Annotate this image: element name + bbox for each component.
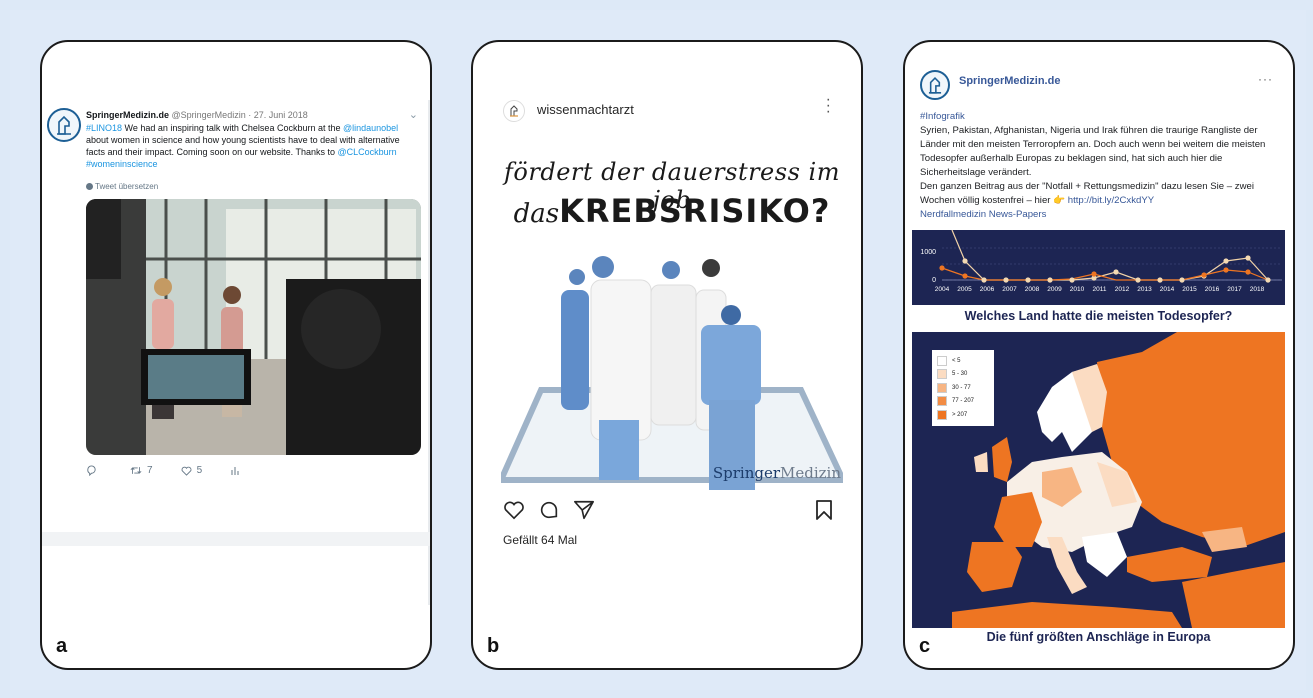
phone-frame-facebook: SpringerMedizin.de ··· #Infografik Syrie… xyxy=(903,40,1295,670)
x-tick-label: 2010 xyxy=(1070,286,1085,293)
logo-springer: Springer xyxy=(712,464,780,482)
legend-label: 5 - 30 xyxy=(952,371,968,378)
tweet-photo[interactable] xyxy=(86,199,421,455)
like-count: 5 xyxy=(196,465,203,476)
tweet-text-part: We had an inspiring talk with Chelsea Co… xyxy=(122,123,343,133)
panel-label-b: b xyxy=(487,635,500,657)
x-tick-label: 2008 xyxy=(1025,286,1040,293)
username[interactable]: wissenmachtarzt xyxy=(537,102,634,117)
panel-label-c: c xyxy=(919,635,931,657)
x-tick-label: 2013 xyxy=(1137,286,1152,293)
heart-icon xyxy=(181,466,192,476)
page-name[interactable]: SpringerMedizin.de xyxy=(959,75,1060,87)
post-text-part: Syrien, Pakistan, Afghanistan, Nigeria u… xyxy=(920,125,1266,178)
hashtag-link[interactable]: #LINO18 xyxy=(86,123,122,133)
heart-icon[interactable] xyxy=(503,500,525,520)
post-headline-line2: dasKREBSRISIKO? xyxy=(501,192,843,230)
x-tick-label: 2009 xyxy=(1047,286,1062,293)
reply-button[interactable] xyxy=(86,465,102,476)
x-tick-label: 2018 xyxy=(1250,286,1265,293)
mention-link[interactable]: @CLCockburn xyxy=(337,147,396,157)
x-tick-label: 2015 xyxy=(1182,286,1197,293)
x-tick-label: 2017 xyxy=(1227,286,1242,293)
legend-item: > 207 xyxy=(937,408,989,422)
retweet-icon xyxy=(130,467,142,474)
avatar[interactable] xyxy=(503,100,525,122)
bookmark-icon[interactable] xyxy=(815,499,833,521)
x-tick-label: 2016 xyxy=(1205,286,1220,293)
legend-item: 77 - 207 xyxy=(937,395,989,409)
x-tick-label: 2007 xyxy=(1002,286,1017,293)
like-button[interactable]: 5 xyxy=(181,465,203,476)
phone-frame-twitter: SpringerMedizin.de @SpringerMedizin · 27… xyxy=(40,40,432,670)
legend-swatch xyxy=(937,355,947,366)
post-image[interactable]: fördert der dauerstress im job dasKREBSR… xyxy=(501,140,843,490)
phone-frame-instagram: wissenmachtarzt · · · fördert der dauers… xyxy=(471,40,863,670)
legend-label: 77 - 207 xyxy=(952,398,975,405)
comment-icon[interactable] xyxy=(538,499,560,521)
x-tick-label: 2006 xyxy=(980,286,995,293)
likes-count[interactable]: Gefällt 64 Mal xyxy=(503,533,577,547)
source-link[interactable]: Nerdfallmedizin News-Papers xyxy=(920,209,1046,220)
account-handle: @SpringerMedizin xyxy=(171,110,246,120)
map-legend: < 5 5 - 30 30 - 77 77 - 207 > 207 xyxy=(932,350,994,426)
line-chart: 1000 0 2004 2005 2006 2007 2008 2009 2010 2011 2… xyxy=(920,230,1282,293)
avatar[interactable] xyxy=(47,108,81,142)
headline-das: das xyxy=(513,199,560,229)
x-tick-label: 2004 xyxy=(935,286,950,293)
hashtag-link[interactable]: #Infografik xyxy=(920,111,965,122)
retweet-button[interactable]: 7 xyxy=(130,465,153,476)
x-tick-label: 2011 xyxy=(1093,286,1107,293)
x-tick-label: 2012 xyxy=(1115,286,1130,293)
springer-medizin-logo: SpringerMedizin xyxy=(713,464,841,482)
post-text: #Infografik Syrien, Pakistan, Afghanista… xyxy=(920,110,1290,222)
y-tick-label: 1000 xyxy=(920,249,936,256)
y-tick-label: 0 xyxy=(932,277,936,284)
legend-item: < 5 xyxy=(937,354,989,368)
legend-swatch xyxy=(937,369,947,380)
legend-label: 30 - 77 xyxy=(952,384,971,391)
legend-swatch xyxy=(937,409,947,420)
infographic[interactable]: 1000 0 2004 2005 2006 2007 2008 2009 2010 2011 2… xyxy=(912,230,1285,628)
legend-item: 30 - 77 xyxy=(937,381,989,395)
x-tick-label: 2005 xyxy=(957,286,972,293)
reply-icon xyxy=(87,465,96,476)
account-name[interactable]: SpringerMedizin.de xyxy=(86,110,169,120)
retweet-count: 7 xyxy=(147,465,153,476)
analytics-button[interactable] xyxy=(230,465,245,476)
legend-swatch xyxy=(937,396,947,407)
headline-krebsrisiko: KREBSRISIKO? xyxy=(559,192,831,230)
tweet-date[interactable]: · 27. Juni 2018 xyxy=(248,110,308,120)
chevron-down-icon[interactable]: ⌄ xyxy=(409,108,418,121)
tweet-text: #LINO18 We had an inspiring talk with Ch… xyxy=(86,122,406,170)
panel-label-a: a xyxy=(56,635,68,657)
avatar[interactable] xyxy=(920,70,950,100)
legend-label: > 207 xyxy=(952,411,968,418)
divider xyxy=(428,100,430,605)
tweet-header: SpringerMedizin.de @SpringerMedizin · 27… xyxy=(86,110,308,120)
divider xyxy=(42,532,430,546)
share-icon[interactable] xyxy=(573,499,595,521)
legend-item: 5 - 30 xyxy=(937,368,989,382)
translate-label: Tweet übersetzen xyxy=(95,182,159,191)
tweet-actions: 7 5 xyxy=(86,465,286,476)
more-options-icon[interactable]: ··· xyxy=(1258,72,1273,86)
analytics-icon xyxy=(231,467,239,475)
map-title: Welches Land hatte die meisten Todesopfe… xyxy=(964,309,1233,323)
logo-medizin: Medizin xyxy=(780,464,841,482)
infographic-section-title: Die fünf größten Anschläge in Europa xyxy=(986,630,1211,644)
globe-icon xyxy=(86,183,93,190)
hashtag-link[interactable]: #womeninscience xyxy=(86,159,158,169)
translate-link[interactable]: Tweet übersetzen xyxy=(86,182,158,191)
article-link[interactable]: http://bit.ly/2CxkdYY xyxy=(1068,195,1154,206)
legend-label: < 5 xyxy=(952,357,961,364)
post-actions xyxy=(501,498,841,522)
legend-swatch xyxy=(937,382,947,393)
mention-link[interactable]: @lindaunobel xyxy=(343,123,398,133)
more-options-icon[interactable]: ··· xyxy=(826,92,831,120)
x-tick-label: 2014 xyxy=(1160,286,1175,293)
